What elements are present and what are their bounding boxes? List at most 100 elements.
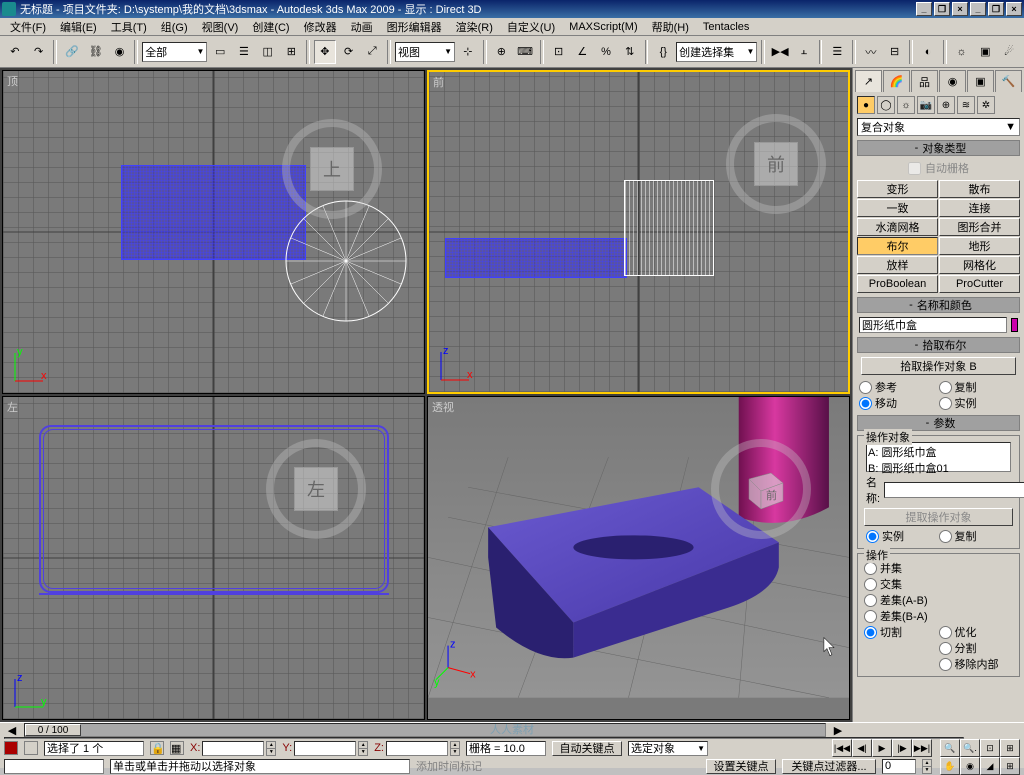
y-spinner[interactable]: ▲▼ — [358, 741, 368, 756]
current-frame-input[interactable] — [882, 759, 916, 774]
rendered-frame-button[interactable]: ▣ — [974, 40, 996, 64]
menu-views[interactable]: 视图(V) — [196, 18, 245, 36]
close-button-2[interactable]: × — [1006, 2, 1022, 16]
radio-cut-split[interactable]: 分割 — [864, 640, 1013, 656]
radio-op-intersect[interactable]: 交集 — [864, 576, 1013, 592]
keyfilters-button[interactable]: 关键点过滤器... — [782, 759, 876, 774]
keyboard-shortcut-button[interactable]: ⌨ — [514, 40, 536, 64]
viewport-top[interactable]: 顶 上 yx — [2, 70, 425, 394]
radio-op-cut[interactable]: 切割 — [864, 624, 939, 640]
mirror-button[interactable]: ▶◀ — [769, 40, 791, 64]
tab-create[interactable]: ↗ — [855, 70, 882, 92]
schematic-view-button[interactable]: ⊟ — [884, 40, 906, 64]
ref-coord-system[interactable]: 视图▼ — [395, 42, 455, 62]
maxtoggle-button[interactable]: ⊞ — [1000, 757, 1020, 775]
spinner-snap-button[interactable]: ⇅ — [619, 40, 641, 64]
radio-op-sub-ba[interactable]: 差集(B-A) — [864, 608, 1013, 624]
layers-button[interactable]: ☰ — [826, 40, 848, 64]
sub-systems[interactable]: ✲ — [977, 96, 995, 114]
play-button[interactable]: ▶ — [872, 739, 892, 757]
btn-loft[interactable]: 放样 — [857, 256, 938, 274]
percent-snap-button[interactable]: % — [595, 40, 617, 64]
radio-move[interactable]: 移动 — [859, 395, 939, 411]
close-button[interactable]: × — [952, 2, 968, 16]
zoom-all-button[interactable]: 🔍. — [960, 739, 980, 757]
menu-group[interactable]: 组(G) — [155, 18, 194, 36]
pivot-button[interactable]: ⊹ — [457, 40, 479, 64]
btn-scatter[interactable]: 散布 — [939, 180, 1020, 198]
goto-end-button[interactable]: ▶▶| — [912, 739, 932, 757]
viewcube-top[interactable]: 上 — [302, 139, 362, 199]
setkey-button[interactable]: 设置关键点 — [706, 759, 776, 774]
x-spinner[interactable]: ▲▼ — [266, 741, 276, 756]
viewport-perspective[interactable]: z x y 透视 前 — [427, 396, 850, 720]
sub-cameras[interactable]: 📷 — [917, 96, 935, 114]
radio-copy[interactable]: 复制 — [939, 379, 1019, 395]
viewport-front[interactable]: 前 前 zx — [427, 70, 850, 394]
name-color-rollout[interactable]: -名称和颜色 — [857, 297, 1020, 313]
geometry-category[interactable]: 复合对象▼ — [857, 118, 1020, 136]
tab-motion[interactable]: ◉ — [939, 70, 966, 92]
render-button[interactable]: ☄ — [998, 40, 1020, 64]
sub-helpers[interactable]: ⊕ — [937, 96, 955, 114]
align-button[interactable]: ⫠ — [793, 40, 815, 64]
viewcube-front[interactable]: 前 — [746, 134, 806, 194]
goto-start-button[interactable]: |◀◀ — [832, 739, 852, 757]
menu-tools[interactable]: 工具(T) — [105, 18, 153, 36]
key-filter-dropdown[interactable]: 选定对象▼ — [628, 741, 708, 756]
minimize-button[interactable]: _ — [916, 2, 932, 16]
btn-boolean[interactable]: 布尔 — [857, 237, 938, 255]
select-button[interactable]: ▭ — [209, 40, 231, 64]
isolate-button[interactable]: ▦ — [170, 741, 184, 755]
radio-op-sub-ab[interactable]: 差集(A-B) — [864, 592, 1013, 608]
viewcube-persp[interactable]: 前 — [731, 459, 791, 519]
redo-button[interactable]: ↷ — [28, 40, 50, 64]
radio-reference[interactable]: 参考 — [859, 379, 939, 395]
rotate-button[interactable]: ⟳ — [338, 40, 360, 64]
btn-connect[interactable]: 连接 — [939, 199, 1020, 217]
select-name-button[interactable]: ☰ — [233, 40, 255, 64]
btn-procutter[interactable]: ProCutter — [939, 275, 1020, 293]
tab-utilities[interactable]: 🔨 — [995, 70, 1022, 92]
menu-graph[interactable]: 图形编辑器 — [381, 18, 448, 36]
curve-editor-button[interactable]: 〰 — [860, 40, 882, 64]
restore-button-2[interactable]: ❐ — [988, 2, 1004, 16]
select-manipulate-button[interactable]: ⊕ — [491, 40, 513, 64]
btn-proboolean[interactable]: ProBoolean — [857, 275, 938, 293]
snap-toggle-button[interactable]: ⊡ — [548, 40, 570, 64]
minimize-button-2[interactable]: _ — [970, 2, 986, 16]
btn-shapemerge[interactable]: 图形合并 — [939, 218, 1020, 236]
next-frame-button[interactable]: |▶ — [892, 739, 912, 757]
prev-frame-button[interactable]: ◀| — [852, 739, 872, 757]
pick-operand-b-button[interactable]: 拾取操作对象 B — [861, 357, 1016, 375]
material-editor-button[interactable]: ◐ — [917, 40, 939, 64]
bind-button[interactable]: ◉ — [109, 40, 131, 64]
sub-spacewarps[interactable]: ≋ — [957, 96, 975, 114]
menu-animation[interactable]: 动画 — [345, 18, 379, 36]
undo-button[interactable]: ↶ — [4, 40, 26, 64]
time-prev-button[interactable]: ◀ — [4, 723, 20, 737]
object-name-input[interactable] — [859, 317, 1007, 333]
radio-instance[interactable]: 实例 — [939, 395, 1019, 411]
menu-rendering[interactable]: 渲染(R) — [450, 18, 499, 36]
arc-rotate-button[interactable]: ◉ — [960, 757, 980, 775]
zoom-extents-all-button[interactable]: ⊞ — [1000, 739, 1020, 757]
radio-cut-refine[interactable]: 优化 — [939, 624, 1014, 640]
scale-button[interactable]: ⤢ — [361, 40, 383, 64]
z-coord-input[interactable] — [386, 741, 448, 756]
named-selection-sets[interactable]: 创建选择集▼ — [676, 42, 757, 62]
listener-input[interactable] — [4, 759, 104, 774]
menu-tentacles[interactable]: Tentacles — [697, 20, 755, 34]
restore-button[interactable]: ❐ — [934, 2, 950, 16]
sub-shapes[interactable]: ◯ — [877, 96, 895, 114]
menu-file[interactable]: 文件(F) — [4, 18, 52, 36]
frame-spinner[interactable]: ▲▼ — [922, 759, 932, 774]
x-coord-input[interactable] — [202, 741, 264, 756]
radio-extract-instance[interactable]: 实例 — [866, 528, 939, 544]
tab-display[interactable]: ▣ — [967, 70, 994, 92]
operand-name-input[interactable] — [884, 482, 1024, 498]
add-time-tag-button[interactable]: 添加时间标记 — [416, 758, 482, 774]
tab-hierarchy[interactable]: 品 — [911, 70, 938, 92]
key-tangent-toggle[interactable] — [24, 741, 38, 755]
btn-morph[interactable]: 变形 — [857, 180, 938, 198]
